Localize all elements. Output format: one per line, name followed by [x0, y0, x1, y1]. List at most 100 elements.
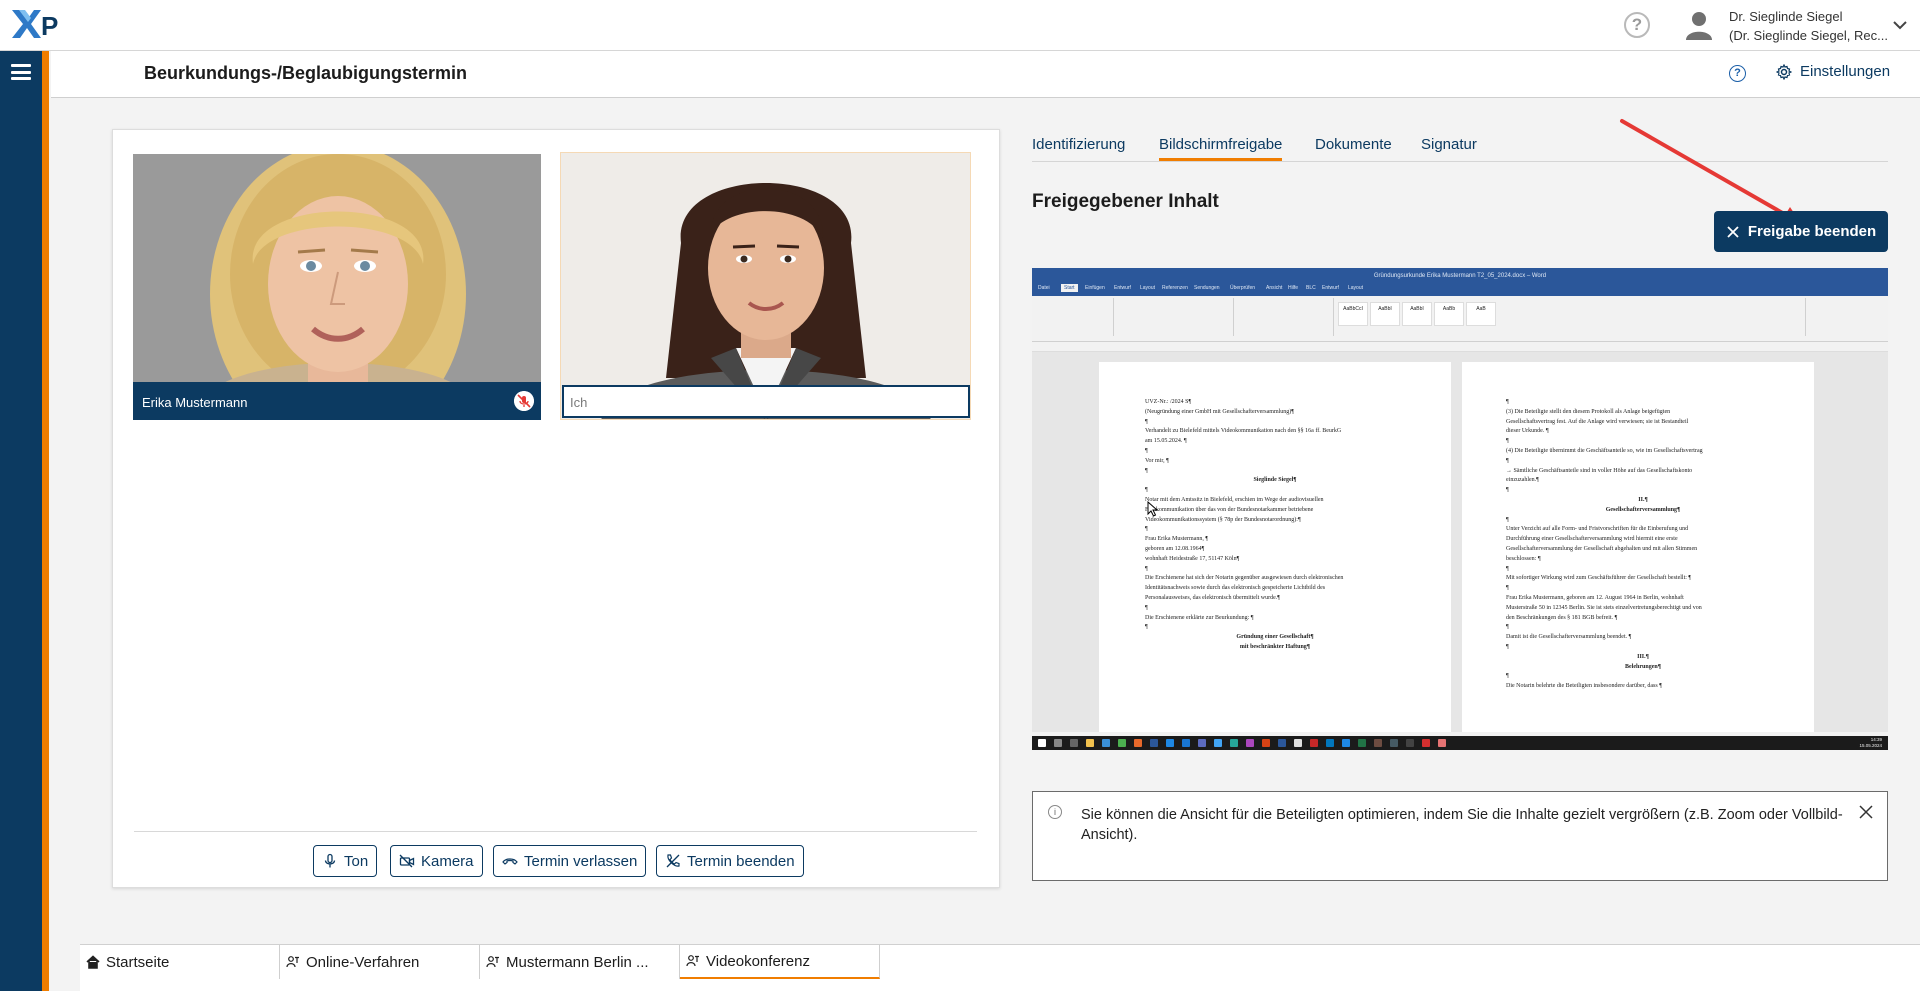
explorer-icon — [1086, 739, 1094, 747]
word-tab: Ansicht — [1266, 285, 1283, 291]
document-line: ¶ — [1506, 565, 1509, 572]
word-tab: Entwurf — [1114, 285, 1131, 291]
camera-button[interactable]: Kamera — [390, 845, 483, 877]
word-tab: Referenzen — [1162, 285, 1188, 291]
end-meeting-button[interactable]: Termin beenden — [656, 845, 804, 877]
document-line: → Sämtliche Geschäftsanteile sind in vol… — [1506, 467, 1693, 474]
participant-portrait — [133, 154, 541, 419]
document-line: ¶ — [1506, 438, 1509, 445]
self-label: Ich — [570, 395, 588, 410]
search-icon — [1054, 739, 1062, 747]
menu-icon[interactable] — [11, 64, 31, 80]
document-page-2: ¶ (3) Die Beteiligte stellt den diesem Pr… — [1462, 362, 1814, 732]
help-icon[interactable]: ? — [1624, 12, 1650, 38]
people-icon — [486, 956, 499, 968]
xp-logo[interactable]: P — [10, 8, 62, 40]
document-line: ¶ — [1506, 487, 1509, 494]
user-role[interactable]: (Dr. Sieglinde Siegel, Rec... — [1729, 27, 1888, 45]
app-icon — [1406, 739, 1414, 747]
style-preview: AaBbI — [1402, 302, 1432, 326]
controls-divider — [134, 831, 977, 832]
info-icon: i — [1048, 805, 1062, 819]
people-icon — [286, 956, 299, 968]
style-preview: AaBbI — [1370, 302, 1400, 326]
page-title: Beurkundungs-/Beglaubigungstermin — [144, 63, 468, 83]
document-line: ¶ — [1506, 516, 1509, 523]
app-icon — [1230, 739, 1238, 747]
settings-button[interactable]: Einstellungen — [1776, 63, 1890, 80]
document-line: ¶ — [1145, 418, 1148, 425]
app-icon — [1182, 739, 1190, 747]
document-line: (Neugründung einer GmbH mit Gesellschaft… — [1145, 408, 1295, 415]
firefox-icon — [1134, 739, 1142, 747]
bottom-tab-videokonferenz[interactable]: Videokonferenz — [680, 945, 880, 979]
document-line: Die Erschienene hat sich der Notarin geg… — [1145, 575, 1344, 582]
home-icon — [86, 955, 100, 969]
app-icon — [1198, 739, 1206, 747]
word-tab: Layout — [1140, 285, 1156, 291]
bottom-tab-label: Startseite — [106, 953, 170, 971]
ribbon-clipboard — [1034, 298, 1114, 336]
app-icon — [1246, 739, 1254, 747]
user-avatar-icon[interactable] — [1683, 9, 1715, 41]
document-line: III.¶ — [1637, 653, 1649, 660]
camera-label: Kamera — [421, 852, 474, 870]
word-quick-access — [1032, 342, 1888, 352]
tab-bildschirmfreigabe[interactable]: Bildschirmfreigabe — [1159, 136, 1283, 161]
taskview-icon — [1070, 739, 1078, 747]
document-line: Die Erschienene erklärte zur Beurkundung… — [1145, 614, 1254, 621]
section-title: Freigegebener Inhalt — [1032, 191, 1219, 212]
bottom-tab-mustermann[interactable]: Mustermann Berlin ... — [480, 945, 680, 979]
end-meeting-label: Termin beenden — [687, 852, 795, 870]
close-icon[interactable] — [1858, 804, 1874, 820]
muted-microphone-icon — [514, 391, 534, 411]
document-line: Durchführung einer Gesellschafterversamm… — [1506, 536, 1678, 543]
user-name[interactable]: Dr. Sieglinde Siegel — [1729, 8, 1842, 26]
document-line: ¶ — [1145, 604, 1148, 611]
document-line: Gesellschafterversammlung der Gesellscha… — [1506, 545, 1698, 552]
stop-sharing-button[interactable]: Freigabe beenden — [1714, 211, 1888, 252]
microphone-icon — [324, 853, 336, 868]
word-tab: Entwurf — [1322, 285, 1339, 291]
bottom-tab-label: Mustermann Berlin ... — [506, 953, 649, 971]
close-icon — [1727, 225, 1739, 238]
tab-signatur[interactable]: Signatur — [1421, 136, 1477, 153]
leave-meeting-button[interactable]: Termin verlassen — [493, 845, 647, 877]
tab-identifizierung[interactable]: Identifizierung — [1032, 136, 1125, 153]
document-line: (4) Die Beteiligte übernimmt die Geschäf… — [1506, 447, 1703, 454]
document-line: UVZ-Nr.: /2024 S¶ — [1145, 399, 1192, 405]
bottom-tab-online-verfahren[interactable]: Online-Verfahren — [280, 945, 480, 979]
settings-label: Einstellungen — [1800, 63, 1891, 80]
start-icon — [1038, 739, 1046, 747]
document-page-1: UVZ-Nr.: /2024 S¶ (Neugründung einer GmbH… — [1099, 362, 1451, 732]
powerpoint-icon — [1262, 739, 1270, 747]
app-icon — [1326, 739, 1334, 747]
document-line: Videokommunikationssystem (§ 78p der Bun… — [1145, 516, 1301, 523]
document-line: wohnhaft Heidestraße 17, 51147 Köln¶ — [1145, 555, 1240, 562]
self-name-bar: Ich — [562, 385, 970, 418]
document-line: Frau Erika Mustermann, geboren am 12. Au… — [1506, 594, 1684, 601]
app-icon — [1390, 739, 1398, 747]
bottom-tab-startseite[interactable]: Startseite — [80, 945, 280, 979]
document-line: dieser Urkunde. ¶ — [1506, 428, 1549, 435]
sound-button[interactable]: Ton — [313, 845, 378, 877]
document-line: ¶ — [1506, 624, 1509, 631]
document-line: ¶ — [1145, 467, 1148, 474]
shared-screen[interactable]: Gründungsurkunde Erika Mustermann T2_05_… — [1032, 268, 1888, 750]
word-document-area: UVZ-Nr.: /2024 S¶ (Neugründung einer GmbH… — [1032, 352, 1888, 732]
stop-sharing-label: Freigabe beenden — [1747, 223, 1877, 240]
document-line: Damit ist die Gesellschafterversammlung … — [1506, 634, 1632, 641]
word-ribbon: AaBbCcI AaBbI AaBbI AaBb AaB — [1032, 296, 1888, 342]
self-video — [560, 152, 971, 420]
self-portrait — [561, 153, 970, 419]
document-line: einzuzahlen.¶ — [1506, 477, 1539, 484]
tab-dokumente[interactable]: Dokumente — [1315, 136, 1392, 153]
chevron-down-icon[interactable] — [1892, 17, 1908, 33]
word-tab: Start — [1061, 284, 1078, 292]
document-line: den Beschränkungen des § 181 BGB befreit… — [1506, 614, 1618, 621]
help-icon-small[interactable]: ? — [1729, 65, 1746, 82]
document-line: Die Notarin belehrte die Beteiligten ins… — [1506, 683, 1662, 690]
leave-meeting-label: Termin verlassen — [524, 852, 638, 870]
app-icon — [1342, 739, 1350, 747]
document-line: geboren am 12.08.1964¶ — [1145, 545, 1205, 552]
